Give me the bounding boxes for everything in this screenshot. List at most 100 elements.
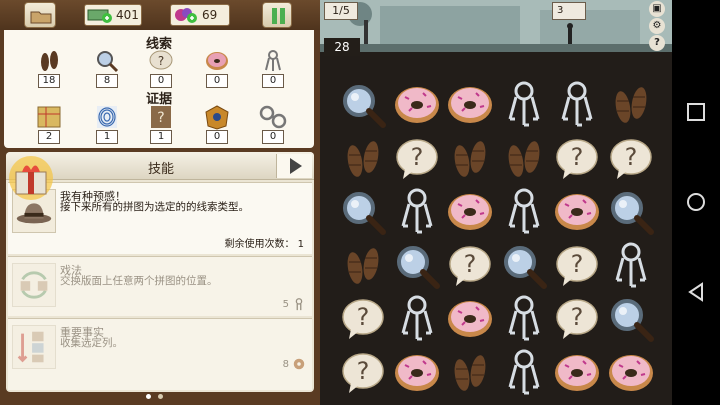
tile-donut[interactable] [550, 185, 604, 239]
tile-donut[interactable] [443, 292, 497, 346]
keys-icon [508, 81, 539, 127]
tile-keys[interactable] [497, 185, 551, 239]
handcuffs-icon [259, 105, 287, 129]
board-pager[interactable]: 1/5 [324, 2, 358, 20]
clue-item[interactable]: ? 0 [144, 48, 178, 88]
tile-keys[interactable] [497, 78, 551, 132]
tile-question[interactable]: ? [604, 132, 658, 186]
pause-button[interactable] [262, 2, 292, 28]
board-area: 1/5 3 28 ▣ ⚙ ? ???????? [320, 0, 672, 405]
play-icon [290, 158, 302, 174]
goal-counter: 3 [552, 2, 586, 20]
keys-icon [295, 298, 303, 311]
fingerprint-icon [97, 106, 117, 128]
skill-cost-value: 5 [282, 298, 289, 310]
page-indicator [146, 394, 163, 399]
svg-text:?: ? [571, 303, 584, 331]
footprint-icon [454, 140, 486, 177]
skill-key-fact[interactable]: 重要事实 收集选定列。 8 [8, 318, 312, 390]
evidence-item[interactable]: 0 [256, 104, 290, 144]
footprint-icon [508, 140, 539, 177]
tile-keys[interactable] [550, 78, 604, 132]
tile-question[interactable]: ? [550, 132, 604, 186]
keys-icon [508, 188, 539, 234]
map-icon[interactable]: ▣ [649, 1, 665, 17]
donut-icon [555, 354, 599, 391]
evidence-item[interactable]: ? 1 [144, 104, 178, 144]
tile-keys[interactable] [497, 292, 551, 346]
left-panel: 401 69 线索 18 8? 0 0 0 证据 2 1? 1 0 0 技能 我… [0, 0, 320, 405]
tile-keys[interactable] [390, 185, 444, 239]
pause-icon [272, 8, 285, 24]
donut-icon [293, 358, 305, 370]
tile-keys[interactable] [390, 292, 444, 346]
magnifier-icon [97, 51, 119, 73]
tile-question[interactable]: ? [550, 292, 604, 346]
clue-item[interactable]: 0 [200, 48, 234, 88]
evidence-item[interactable]: 1 [90, 104, 124, 144]
badge-icon [205, 105, 229, 130]
footprint-icon [347, 140, 379, 177]
money-icon [87, 9, 112, 23]
tile-question[interactable]: ? [390, 132, 444, 186]
tile-footprint[interactable] [443, 346, 497, 400]
clue-item[interactable]: 8 [90, 48, 124, 88]
tile-magnifier[interactable] [604, 292, 658, 346]
donut-icon [448, 194, 492, 230]
tile-magnifier[interactable] [497, 239, 551, 293]
skill-cost: 8 [283, 357, 306, 371]
skill-trick[interactable]: 戏法 交换版面上任意两个拼图的位置。 5 [8, 256, 312, 316]
question-icon: ? [395, 138, 438, 179]
tile-keys[interactable] [604, 239, 658, 293]
tile-magnifier[interactable] [604, 185, 658, 239]
tile-footprint[interactable] [604, 78, 658, 132]
recent-apps-icon[interactable] [686, 102, 706, 122]
tile-donut[interactable] [604, 346, 658, 400]
footprint-icon [615, 87, 646, 123]
gems-value: 69 [202, 8, 218, 22]
folder-button[interactable] [24, 2, 56, 28]
side-icons: ▣ ⚙ ? [644, 0, 670, 54]
tile-magnifier[interactable] [336, 185, 390, 239]
game-screen: 401 69 线索 18 8? 0 0 0 证据 2 1? 1 0 0 技能 我… [0, 0, 720, 405]
tile-keys[interactable] [497, 346, 551, 400]
donut-icon [206, 52, 228, 70]
back-icon[interactable] [686, 282, 706, 302]
tile-footprint[interactable] [443, 132, 497, 186]
money-value: 401 [116, 8, 139, 22]
tile-footprint[interactable] [497, 132, 551, 186]
column-icon [12, 325, 56, 369]
magnifier-icon [503, 245, 547, 289]
evidence-item[interactable]: 2 [32, 104, 66, 144]
tile-magnifier[interactable] [390, 239, 444, 293]
clue-item[interactable]: 0 [256, 48, 290, 88]
tile-magnifier[interactable] [336, 78, 390, 132]
gear-icon[interactable]: ⚙ [649, 18, 665, 34]
tile-question[interactable]: ? [336, 292, 390, 346]
magnifier-icon [610, 192, 654, 235]
tile-footprint[interactable] [336, 239, 390, 293]
clue-item[interactable]: 18 [32, 48, 66, 88]
tile-question[interactable]: ? [550, 239, 604, 293]
tile-donut[interactable] [443, 78, 497, 132]
help-icon[interactable]: ? [649, 35, 665, 51]
svg-text:?: ? [357, 357, 370, 385]
clue-count: 18 [38, 74, 60, 88]
next-button[interactable] [276, 154, 312, 178]
skill-desc: 交换版面上任意两个拼图的位置。 [60, 275, 218, 287]
tile-question[interactable]: ? [443, 239, 497, 293]
tile-question[interactable]: ? [336, 346, 390, 400]
clue-count: 0 [206, 74, 228, 88]
home-icon[interactable] [686, 192, 706, 212]
tile-donut[interactable] [443, 185, 497, 239]
gems-counter[interactable]: 69 [170, 4, 230, 26]
money-counter[interactable]: 401 [84, 4, 142, 26]
footprint-icon [454, 354, 486, 391]
tile-footprint[interactable] [336, 132, 390, 186]
skill-uses: 剩余使用次数： 1 [224, 239, 304, 250]
tile-donut[interactable] [390, 78, 444, 132]
tile-donut[interactable] [550, 346, 604, 400]
donut-icon [394, 354, 439, 391]
tile-donut[interactable] [390, 346, 444, 400]
evidence-item[interactable]: 0 [200, 104, 234, 144]
